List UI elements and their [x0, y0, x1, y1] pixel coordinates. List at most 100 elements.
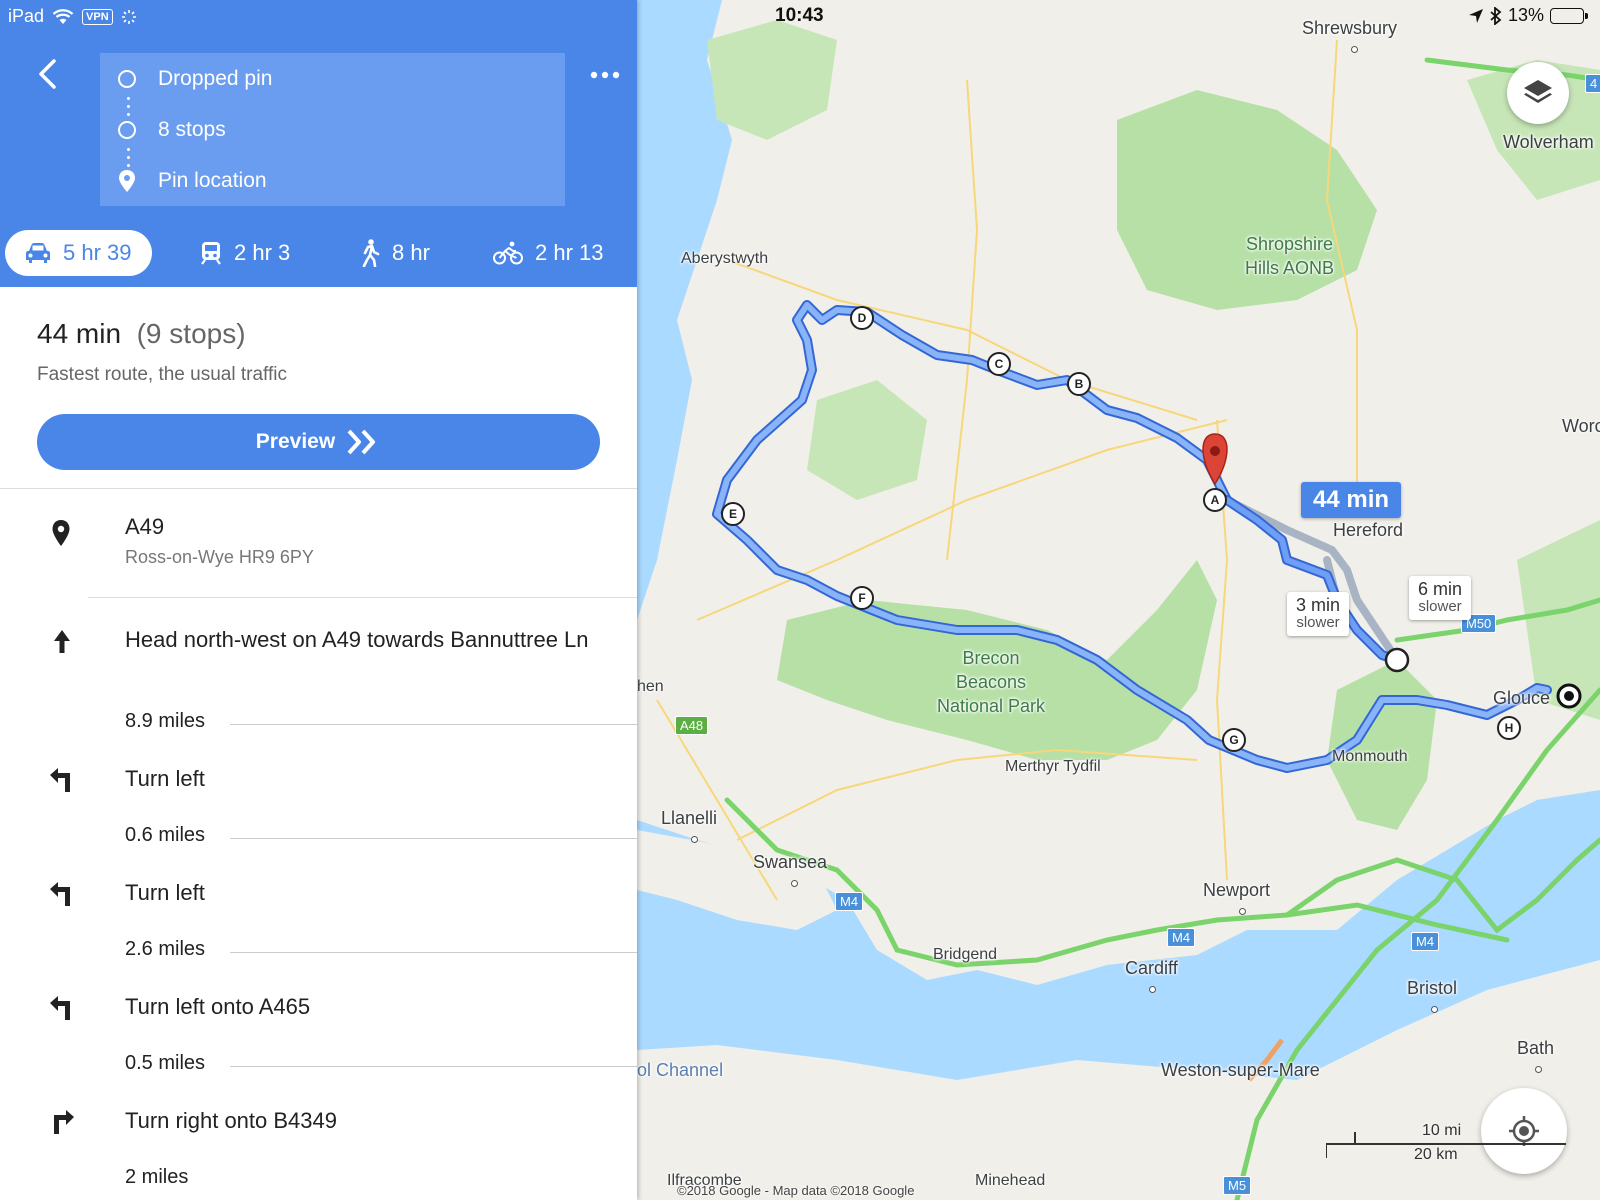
- divider: [230, 1066, 637, 1067]
- alternate-time: 3 min: [1296, 595, 1341, 615]
- place-newport: Newport: [1203, 880, 1271, 900]
- waypoint-stops[interactable]: 8 stops: [118, 118, 226, 142]
- connector-dots: [127, 97, 130, 116]
- road-shield-a48: A48: [675, 716, 709, 735]
- stop-marker-b[interactable]: B: [1067, 372, 1091, 396]
- road-shield-m5: M5: [1223, 1176, 1252, 1195]
- alternate-route-label[interactable]: 3 min slower: [1287, 592, 1350, 636]
- battery-percent: 13%: [1507, 5, 1544, 25]
- device-name: iPad: [8, 6, 45, 26]
- alternate-note: slower: [1418, 598, 1462, 615]
- place-bristol: Bristol: [1407, 978, 1458, 998]
- stop-marker-h[interactable]: H: [1497, 716, 1521, 740]
- tab-transit-time: 2 hr 3: [234, 240, 291, 265]
- step-instruction: Turn left: [125, 766, 205, 791]
- road-shield-m4: M4: [1167, 928, 1196, 947]
- tab-cycling[interactable]: 2 hr 13: [493, 230, 604, 276]
- waypoint-label: 8 stops: [158, 118, 226, 141]
- turn-right-icon: [48, 1108, 76, 1136]
- battery-icon: [1550, 7, 1588, 24]
- connector-dots: [127, 148, 130, 167]
- route-time-label[interactable]: 44 min: [1301, 482, 1402, 518]
- directions-panel: Dropped pin 8 stops Pin location 5 hr 39…: [0, 0, 637, 1200]
- place-gloucester: Glouce: [1493, 688, 1551, 708]
- road-shield: 4: [1585, 74, 1600, 93]
- step-distance: 0.6 miles: [125, 824, 206, 846]
- tab-transit[interactable]: 2 hr 3: [200, 230, 290, 276]
- layers-button[interactable]: [1507, 62, 1569, 124]
- preview-label: Preview: [255, 430, 336, 453]
- travel-mode-tabs: 5 hr 39 2 hr 3 8 hr 2 hr 13: [0, 228, 637, 278]
- turn-left-icon: [48, 766, 76, 794]
- tab-walking[interactable]: 8 hr: [360, 230, 430, 276]
- location-pin-icon: [52, 520, 70, 551]
- place-hereford: Hereford: [1333, 520, 1404, 540]
- tab-walking-time: 8 hr: [392, 240, 430, 265]
- bike-icon: [493, 241, 523, 265]
- circle-icon: [118, 70, 136, 88]
- status-bar: iPad VPN 10:43 13%: [0, 0, 1600, 34]
- stop-marker-a[interactable]: A: [1203, 488, 1227, 512]
- place-worcester: Worc: [1562, 416, 1600, 436]
- loading-spinner-icon: [121, 9, 136, 24]
- place-shropshire-hills: Shropshire Hills AONB: [1245, 234, 1335, 278]
- stop-marker-g[interactable]: G: [1222, 728, 1246, 752]
- map-scale: 10 mi 20 km: [1326, 1120, 1586, 1163]
- place-bristol-channel: ol Channel: [637, 1060, 724, 1080]
- place-wolverhampton: Wolverham: [1503, 132, 1594, 152]
- town-dot: [791, 880, 798, 887]
- more-options-button[interactable]: [590, 62, 622, 86]
- waypoint-destination[interactable]: Pin location: [118, 169, 267, 193]
- tab-cycling-time: 2 hr 13: [535, 240, 604, 265]
- place-monmouth: Monmouth: [1332, 748, 1408, 765]
- town-dot: [1431, 1006, 1438, 1013]
- waypoint-list[interactable]: Dropped pin 8 stops Pin location: [100, 53, 565, 206]
- step-distance: 2 miles: [125, 1166, 189, 1188]
- stop-marker-f[interactable]: F: [850, 586, 874, 610]
- place-carmarthen: hen: [637, 678, 664, 695]
- road-shield-m4: M4: [835, 892, 864, 911]
- more-horizontal-icon: [590, 71, 620, 79]
- map-copyright: ©2018 Google - Map data ©2018 Google: [677, 1183, 915, 1198]
- stop-marker-e[interactable]: E: [721, 502, 745, 526]
- waypoint-label: Pin location: [158, 169, 267, 192]
- bluetooth-icon: [1490, 6, 1502, 25]
- chevron-left-icon: [39, 59, 56, 89]
- status-right: 13%: [1468, 5, 1588, 26]
- preview-button[interactable]: Preview: [37, 414, 600, 470]
- map-view[interactable]: Shrewsbury Wolverham Worc Aberystwyth Sh…: [637, 0, 1600, 1200]
- step-distance: 2.6 miles: [125, 938, 206, 960]
- stop-count: (9 stops): [136, 318, 246, 349]
- origin-address: Ross-on-Wye HR9 6PY: [125, 547, 314, 567]
- walk-icon: [362, 239, 380, 267]
- waypoint-start[interactable]: Dropped pin: [118, 67, 272, 91]
- step-instruction: Turn left: [125, 880, 205, 905]
- place-llanelli: Llanelli: [661, 808, 718, 828]
- double-chevron-right-icon: [347, 429, 376, 455]
- car-icon: [26, 243, 50, 263]
- divider: [230, 952, 637, 953]
- start-point-marker[interactable]: [1384, 647, 1410, 673]
- place-brecon-beacons: Brecon Beacons National Park: [937, 648, 1046, 716]
- step-instruction: Turn left onto A465: [125, 994, 311, 1019]
- stop-marker-d[interactable]: D: [850, 306, 874, 330]
- place-merthyr-tydfil: Merthyr Tydfil: [1005, 758, 1101, 775]
- town-dot: [1149, 986, 1156, 993]
- duration-value: 44 min: [37, 318, 122, 349]
- stop-marker-c[interactable]: C: [987, 352, 1011, 376]
- route-description: Fastest route, the usual traffic: [37, 364, 287, 385]
- alternate-time: 6 min: [1418, 579, 1463, 599]
- place-bridgend: Bridgend: [933, 946, 998, 963]
- alternate-route-label[interactable]: 6 min slower: [1409, 576, 1472, 620]
- back-button[interactable]: [30, 56, 66, 92]
- scale-km: 20 km: [1414, 1146, 1458, 1163]
- tab-driving[interactable]: 5 hr 39: [5, 230, 152, 276]
- step-instruction: Head north-west on A49 towards Bannuttre…: [125, 627, 589, 652]
- maps-app: Shrewsbury Wolverham Worc Aberystwyth Sh…: [0, 0, 1600, 1200]
- scale-miles: 10 mi: [1422, 1122, 1462, 1139]
- divider: [0, 488, 637, 489]
- wifi-icon: [52, 8, 74, 24]
- town-dot: [1239, 908, 1246, 915]
- divider: [88, 597, 637, 598]
- place-aberystwyth: Aberystwyth: [681, 250, 769, 267]
